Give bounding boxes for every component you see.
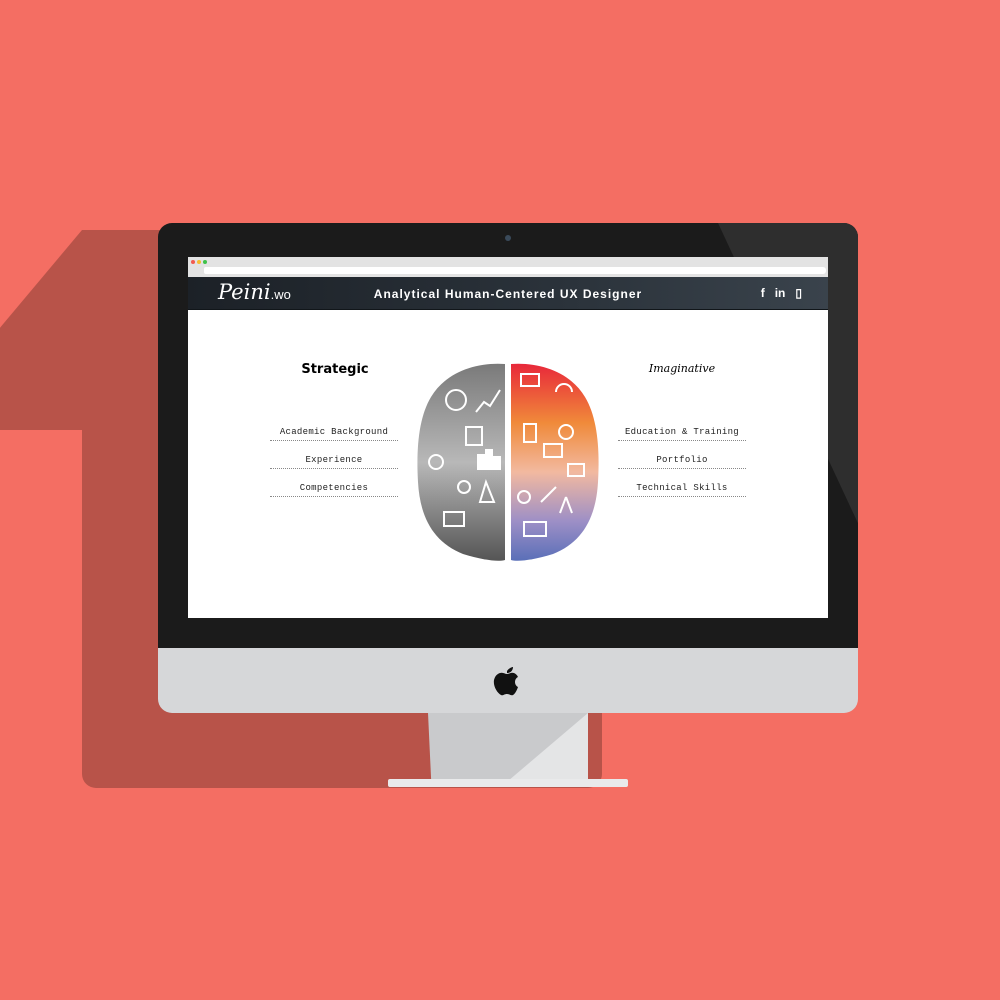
url-bar[interactable] — [204, 267, 744, 274]
close-dot[interactable] — [191, 260, 195, 264]
brain-illustration — [417, 363, 599, 561]
site-header: Peini.wo Analytical Human-Centered UX De… — [188, 277, 828, 310]
imaginative-heading: Imaginative — [648, 362, 716, 375]
camera-icon — [505, 235, 511, 241]
link-technical-skills[interactable]: Technical Skills — [618, 483, 746, 497]
link-portfolio[interactable]: Portfolio — [618, 455, 746, 469]
browser-window: Peini.wo Analytical Human-Centered UX De… — [188, 257, 828, 618]
social-links: f in ▯ — [761, 286, 802, 300]
maximize-dot[interactable] — [203, 260, 207, 264]
site-tagline: Analytical Human-Centered UX Designer — [373, 287, 643, 301]
link-experience[interactable]: Experience — [270, 455, 398, 469]
linkedin-icon[interactable]: in — [775, 286, 786, 300]
minimize-dot[interactable] — [197, 260, 201, 264]
apple-logo-icon — [493, 667, 518, 696]
browser-chrome — [188, 257, 828, 277]
link-competencies[interactable]: Competencies — [270, 483, 398, 497]
link-academic-background[interactable]: Academic Background — [270, 427, 398, 441]
strategic-heading: Strategic — [301, 362, 369, 377]
link-education-training[interactable]: Education & Training — [618, 427, 746, 441]
facebook-icon[interactable]: f — [761, 286, 765, 300]
resume-icon[interactable]: ▯ — [795, 286, 802, 300]
stand-foot — [388, 779, 628, 787]
search-input[interactable] — [734, 267, 826, 274]
bar-chart-icon — [477, 454, 485, 470]
